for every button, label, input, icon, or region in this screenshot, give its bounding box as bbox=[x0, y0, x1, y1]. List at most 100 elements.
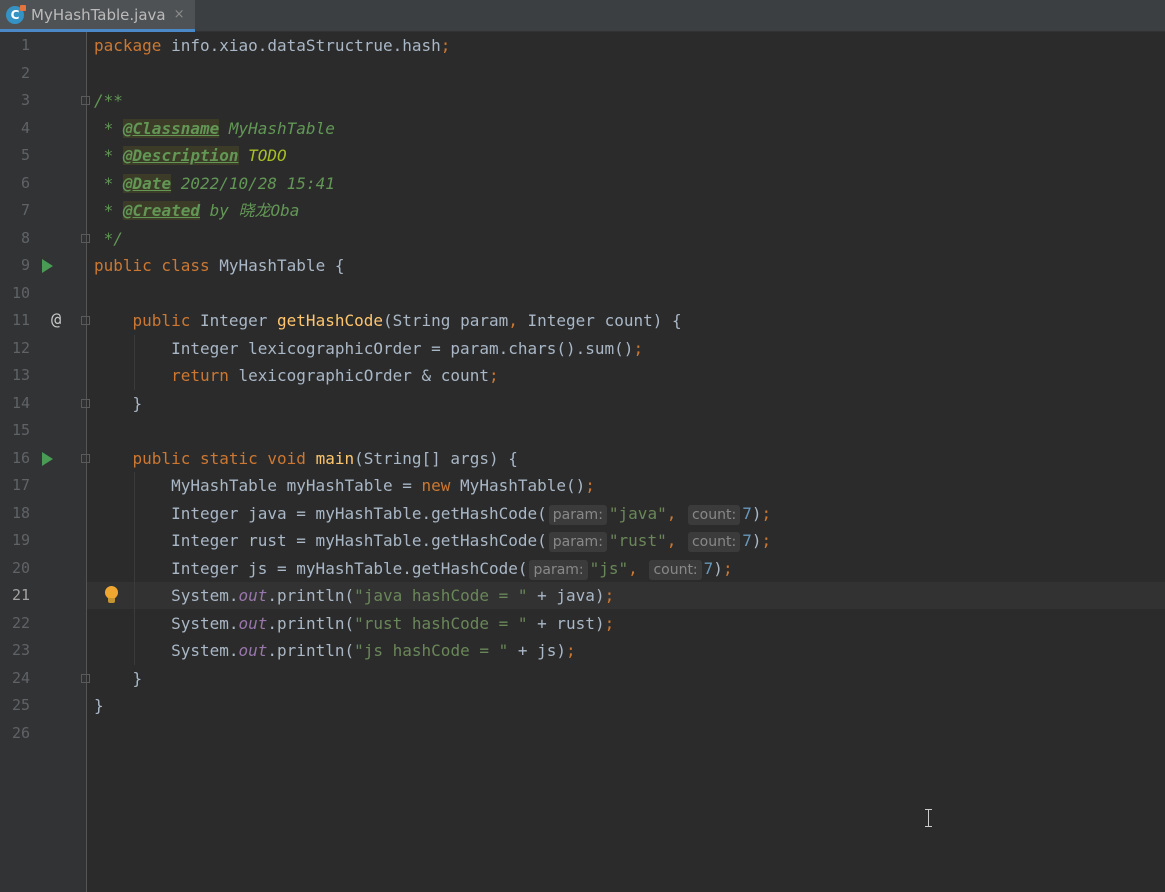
code-token: Integer lexicographicOrder = param.chars… bbox=[94, 338, 634, 358]
code-line[interactable]: public static void main(String[] args) { bbox=[94, 445, 518, 473]
code-token: ; bbox=[566, 641, 576, 660]
editor-tab[interactable]: MyHashTable.java × bbox=[0, 0, 195, 32]
run-icon[interactable] bbox=[42, 451, 53, 466]
line-number: 11 bbox=[11, 311, 30, 329]
code-token: public static void bbox=[132, 448, 316, 468]
code-token: + java) bbox=[537, 586, 605, 605]
code-line[interactable]: } bbox=[94, 692, 104, 720]
code-line[interactable]: } bbox=[94, 665, 143, 693]
parameter-hint: count: bbox=[687, 532, 741, 552]
code-token: Integer bbox=[199, 311, 278, 330]
line-number: 10 bbox=[11, 283, 30, 302]
code-line[interactable]: * @Classname MyHashTable bbox=[94, 115, 335, 143]
code-token: by 晓龙Oba bbox=[199, 201, 300, 220]
line-number: 15 bbox=[11, 421, 30, 439]
code-token: "java" bbox=[608, 503, 667, 523]
override-icon[interactable]: @ bbox=[51, 307, 61, 334]
fold-marker-icon[interactable] bbox=[81, 316, 90, 325]
line-number: 4 bbox=[20, 118, 30, 137]
code-line[interactable]: public class MyHashTable { bbox=[94, 252, 344, 280]
code-token: ; bbox=[761, 503, 772, 523]
code-token: MyHashTable { bbox=[219, 256, 345, 275]
code-line[interactable]: System.out.println("java hashCode = " + … bbox=[94, 582, 614, 610]
fold-marker-icon[interactable] bbox=[81, 453, 90, 463]
code-line[interactable]: * @Date 2022/10/28 15:41 bbox=[94, 170, 335, 198]
code-line[interactable]: * @Description TODO bbox=[94, 142, 287, 170]
fold-marker-icon[interactable] bbox=[81, 96, 90, 105]
code-line[interactable]: Integer rust = myHashTable.getHashCode(p… bbox=[94, 527, 771, 555]
parameter-hint: count: bbox=[649, 559, 702, 580]
fold-marker-icon[interactable] bbox=[81, 673, 90, 683]
code-line[interactable]: MyHashTable myHashTable = new MyHashTabl… bbox=[94, 472, 595, 500]
code-token: return bbox=[171, 366, 239, 385]
code-token: .println( bbox=[267, 586, 355, 605]
code-token: } bbox=[94, 668, 143, 688]
code-token: out bbox=[238, 586, 268, 605]
code-token: ) bbox=[713, 558, 723, 578]
code-token: ; bbox=[440, 36, 451, 55]
intention-bulb-icon[interactable] bbox=[104, 585, 119, 606]
line-number: 1 bbox=[20, 36, 30, 54]
code-token: "rust hashCode = " bbox=[354, 613, 538, 633]
code-token: @Description bbox=[122, 146, 239, 165]
code-token: Integer count) { bbox=[527, 311, 682, 330]
line-number: 13 bbox=[11, 366, 30, 384]
code-token: System. bbox=[94, 641, 239, 660]
text-cursor-icon bbox=[925, 809, 932, 827]
code-token: @Classname bbox=[122, 118, 220, 138]
code-line[interactable]: Integer js = myHashTable.getHashCode(par… bbox=[94, 555, 733, 583]
code-line[interactable]: */ bbox=[94, 225, 123, 253]
code-token: package bbox=[94, 36, 162, 55]
java-class-icon bbox=[6, 4, 26, 24]
line-number: 21 bbox=[11, 586, 30, 604]
code-token: , bbox=[666, 503, 686, 523]
code-token: System. bbox=[94, 613, 239, 633]
line-number: 9 bbox=[20, 256, 30, 274]
tab-title: MyHashTable.java bbox=[31, 5, 166, 24]
code-line[interactable]: /** bbox=[94, 87, 123, 115]
code-token: MyHashTable myHashTable = bbox=[94, 476, 422, 495]
fold-marker-icon[interactable] bbox=[81, 233, 90, 243]
code-token: , bbox=[666, 531, 686, 550]
code-token: } bbox=[94, 696, 104, 715]
line-number: 18 bbox=[11, 503, 30, 522]
run-icon[interactable] bbox=[42, 259, 53, 273]
code-line[interactable]: System.out.println("rust hashCode = " + … bbox=[94, 610, 614, 638]
code-line[interactable]: System.out.println("js hashCode = " + js… bbox=[94, 637, 576, 665]
line-number: 19 bbox=[11, 531, 30, 549]
editor-tab-bar: MyHashTable.java × bbox=[0, 0, 1165, 32]
code-token: lexicographicOrder & count bbox=[238, 366, 489, 385]
parameter-hint: count: bbox=[687, 504, 741, 525]
code-line[interactable]: return lexicographicOrder & count; bbox=[94, 362, 499, 390]
code-token: ; bbox=[604, 613, 615, 633]
line-number: 17 bbox=[11, 476, 30, 494]
code-line[interactable]: * @Created by 晓龙Oba bbox=[94, 197, 299, 225]
code-token: @Date bbox=[122, 173, 172, 193]
line-number: 6 bbox=[20, 173, 30, 192]
parameter-hint: param: bbox=[548, 532, 607, 552]
code-token: + js) bbox=[517, 641, 567, 660]
line-number: 7 bbox=[20, 201, 30, 219]
code-token: * bbox=[94, 146, 123, 165]
code-line[interactable]: } bbox=[94, 390, 143, 418]
code-line[interactable]: Integer lexicographicOrder = param.chars… bbox=[94, 335, 643, 363]
code-token: @Created bbox=[122, 201, 200, 220]
line-number: 24 bbox=[11, 668, 30, 687]
code-token: */ bbox=[94, 228, 123, 248]
code-line[interactable]: public Integer getHashCode(String param,… bbox=[94, 307, 682, 335]
code-token: , bbox=[628, 558, 648, 578]
code-token: 7 bbox=[742, 503, 752, 523]
line-number: 16 bbox=[11, 448, 30, 467]
line-number: 12 bbox=[11, 338, 30, 357]
code-token: * bbox=[94, 118, 123, 138]
fold-marker-icon[interactable] bbox=[81, 398, 90, 408]
code-line[interactable]: package info.xiao.dataStructrue.hash; bbox=[94, 32, 450, 60]
code-token: 7 bbox=[742, 531, 752, 550]
close-tab-icon[interactable]: × bbox=[174, 7, 185, 22]
code-line[interactable]: Integer java = myHashTable.getHashCode(p… bbox=[94, 500, 771, 528]
code-token: * bbox=[94, 173, 123, 193]
code-token: "rust" bbox=[608, 531, 667, 550]
line-number: 22 bbox=[11, 613, 30, 632]
code-token: ; bbox=[761, 531, 772, 550]
